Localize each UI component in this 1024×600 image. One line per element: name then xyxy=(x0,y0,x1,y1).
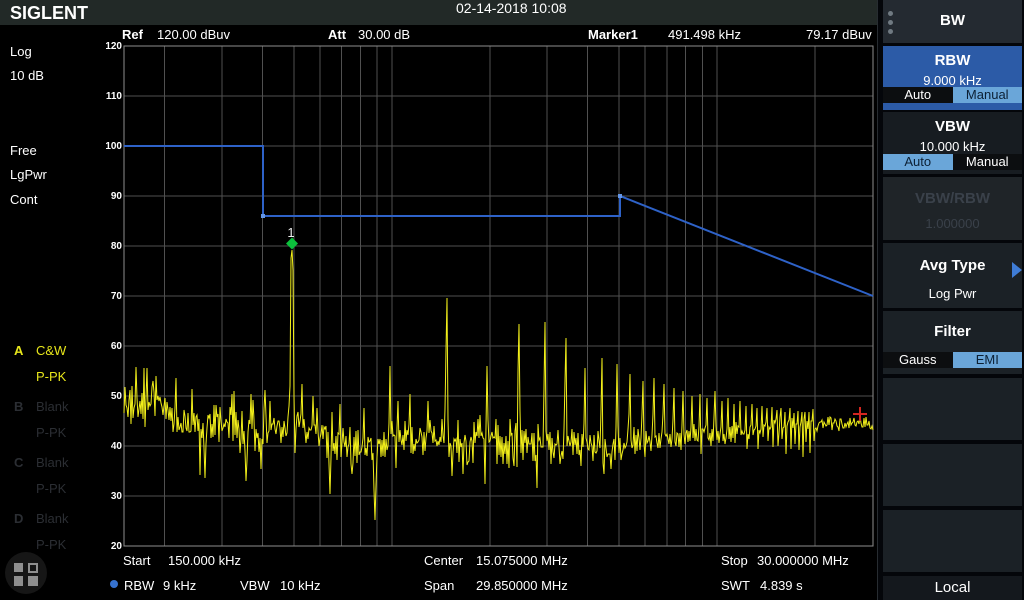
svg-text:1: 1 xyxy=(287,225,294,240)
